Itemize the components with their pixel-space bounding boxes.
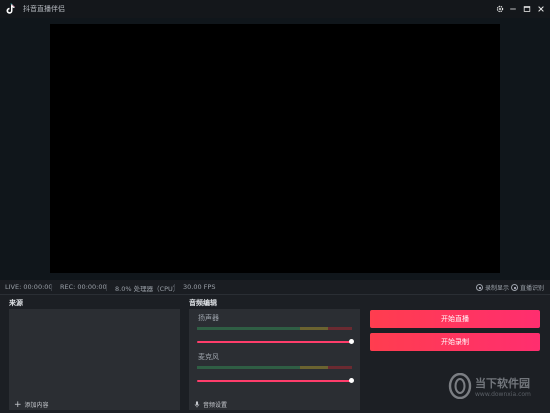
mic-volume-slider[interactable] [197,380,352,382]
maximize-button[interactable] [521,3,533,15]
mic-volume-knob[interactable] [349,378,354,383]
title-bar: 抖音直播伴侣 [0,0,550,18]
rec-timer: REC: 00:00:00 [60,283,107,291]
preview-area [0,18,550,280]
speaker-level-meter [197,327,352,330]
downxia-logo-icon [448,373,472,399]
audio-settings-button[interactable]: 音频设置 [194,400,227,409]
radio-icon [511,284,518,291]
watermark: 当下软件园 www.downxia.com [448,373,531,399]
add-content-label: 添加内容 [24,402,49,409]
settings-icon [496,5,504,13]
fps-display: 30.00 FPS [183,283,216,291]
microphone-icon [194,401,200,408]
minimize-button[interactable] [507,3,519,15]
start-record-button[interactable]: 开始录制 [370,333,540,351]
add-content-button[interactable]: + 添加内容 [14,400,49,409]
radio-label: 录制显示 [485,285,510,292]
watermark-url: www.downxia.com [475,390,531,398]
maximize-icon [523,6,531,12]
status-divider [174,284,175,291]
radio-record-display[interactable]: 录制显示 [476,283,509,292]
speaker-volume-knob[interactable] [349,339,354,344]
radio-label: 直播识别 [520,285,545,292]
sources-panel[interactable] [9,309,180,410]
settings-button[interactable] [494,3,506,15]
section-divider [0,294,550,295]
speaker-label: 扬声器 [198,314,219,322]
minimize-icon [510,8,516,10]
mic-label: 麦克风 [198,353,219,361]
status-bar: LIVE: 00:00:00 REC: 00:00:00 8.0% 处理器（CP… [0,280,550,294]
mic-level-meter [197,366,352,369]
sources-title: 来源 [9,299,23,307]
radio-icon [476,284,483,291]
start-live-button[interactable]: 开始直播 [370,310,540,328]
douyin-logo-icon [6,3,16,14]
status-divider [106,284,107,291]
audio-settings-label: 音频设置 [203,402,228,409]
live-timer: LIVE: 00:00:00 [5,283,53,291]
cpu-usage: 8.0% 处理器（CPU） [115,285,180,293]
radio-live-recognition[interactable]: 直播识别 [511,283,544,292]
live-preview-canvas[interactable] [50,24,500,273]
status-divider [51,284,52,291]
audio-title: 音频编辑 [189,299,217,307]
watermark-title: 当下软件园 [475,376,530,390]
speaker-volume-slider[interactable] [197,341,352,343]
app-title: 抖音直播伴侣 [23,5,65,13]
close-icon [538,6,544,12]
plus-icon: + [14,399,22,410]
close-button[interactable] [535,3,547,15]
